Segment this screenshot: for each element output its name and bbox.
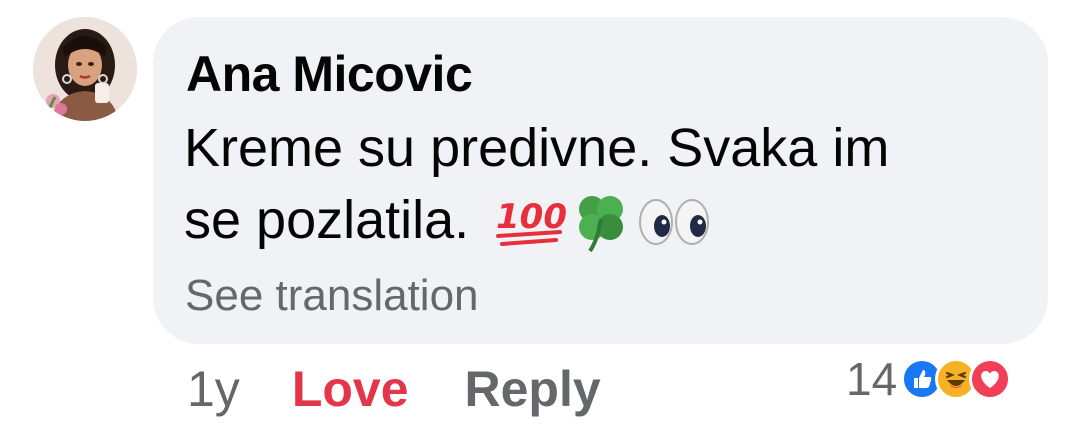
reaction-icons	[901, 358, 1012, 400]
avatar-image	[33, 17, 137, 121]
comment-text-line2: se pozlatila.	[184, 190, 470, 250]
see-translation-link[interactable]: See translation	[185, 271, 479, 321]
comment-actions: 1y Love Reply	[187, 360, 601, 418]
comment-emojis: 100	[494, 189, 712, 273]
author-avatar[interactable]	[33, 17, 137, 121]
love-reaction-icon	[969, 358, 1012, 400]
comment-text-line1: Kreme su predivne. Svaka im	[184, 118, 890, 178]
reply-button[interactable]: Reply	[465, 360, 601, 418]
comment-timestamp[interactable]: 1y	[187, 360, 240, 418]
comment-author-name[interactable]: Ana Micovic	[186, 45, 473, 103]
eyes-icon	[636, 194, 712, 268]
reaction-summary[interactable]: 14	[846, 352, 1012, 406]
hundred-points-icon: 100	[494, 194, 567, 268]
reaction-count: 14	[846, 353, 898, 405]
four-leaf-clover-icon	[568, 189, 634, 273]
comment-text: Kreme su predivne. Svaka im se pozlatila…	[184, 112, 1024, 273]
love-reaction-button[interactable]: Love	[292, 360, 409, 418]
comment-bubble: Ana Micovic Kreme su predivne. Svaka im …	[153, 17, 1048, 344]
